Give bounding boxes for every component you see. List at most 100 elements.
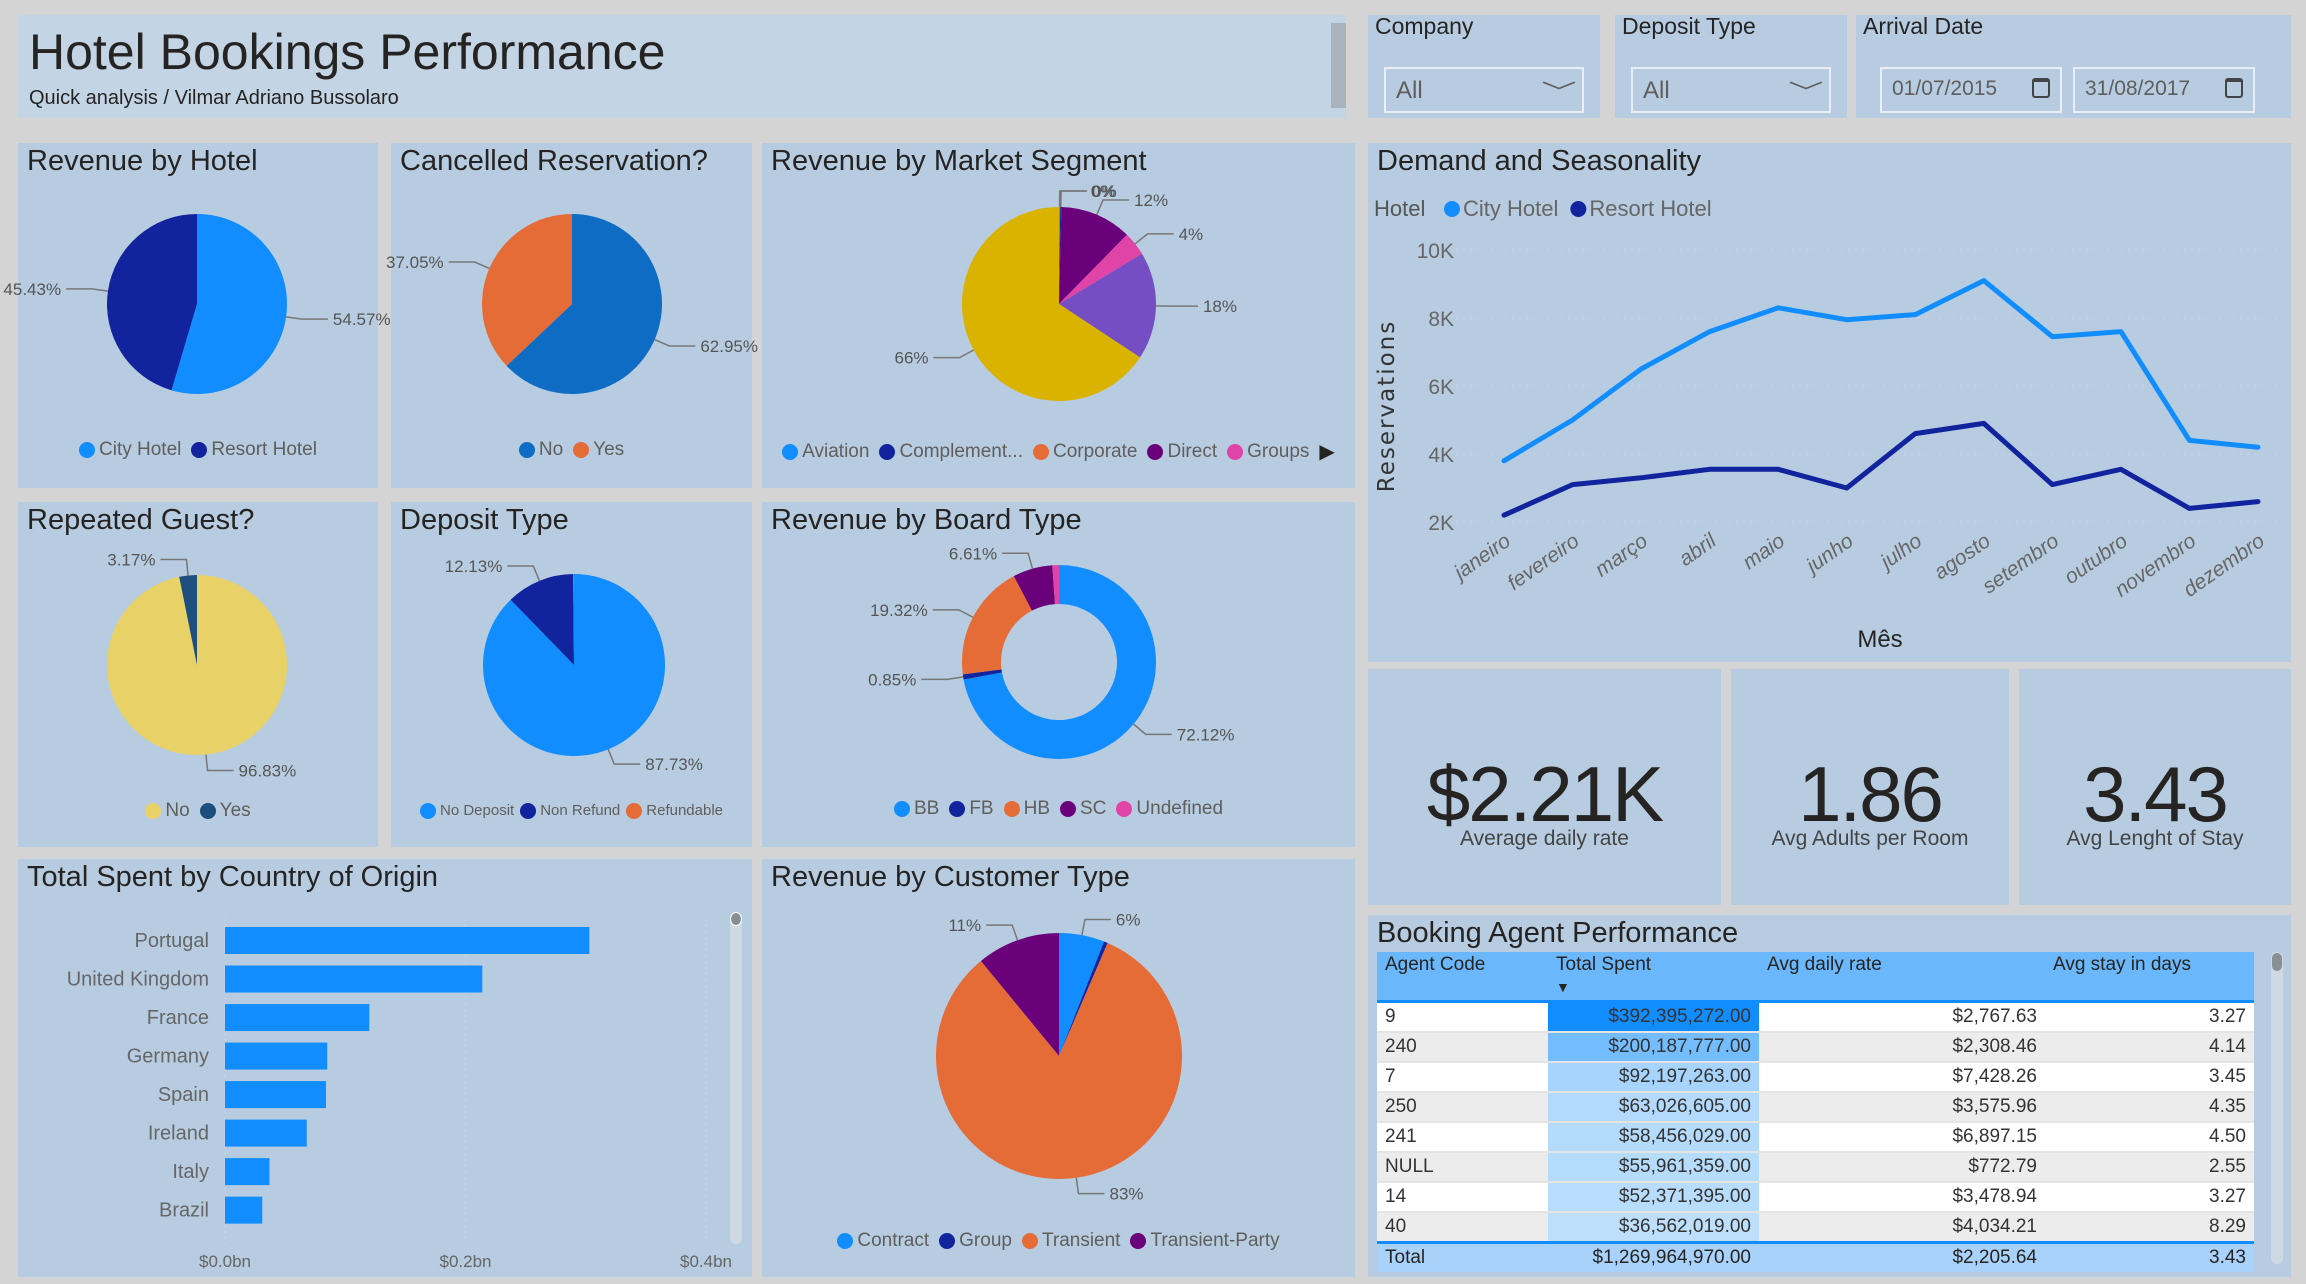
legend-item[interactable]: Non Refund [520,802,620,819]
legend-item[interactable]: Groups [1227,439,1309,464]
data-label: 6% [1116,910,1141,929]
total-label: Total [1377,1241,1548,1272]
scrollbar-thumb[interactable] [2272,953,2282,971]
column-label: Total Spent [1556,954,1652,975]
series-line-0[interactable] [1501,278,2261,464]
legend-item[interactable]: No [518,439,563,461]
column-header-avg-daily-rate[interactable]: Avg daily rate [1759,952,2045,1003]
calendar-icon[interactable] [2225,78,2243,98]
legend-item[interactable]: Undefined [1116,798,1223,820]
bar[interactable] [225,927,590,954]
legend-dot-icon [1570,201,1587,217]
legend-dot-icon [879,443,896,460]
category-label: Germany [127,1046,209,1068]
legend-item[interactable]: Refundable [626,802,723,819]
company-dropdown[interactable]: All ﹀ [1384,67,1584,113]
agent-code-cell: 14 [1377,1182,1548,1213]
start-date-input[interactable]: 01/07/2015 [1880,67,2062,113]
scrollbar[interactable] [2271,952,2283,1264]
legend-dot-icon [573,442,590,458]
repeated-guest-chart: Repeated Guest? 96.83% 3.17% No Yes [18,502,378,847]
booking-agent-performance-table: Booking Agent Performance Agent Code Tot… [1368,915,2291,1277]
table-row[interactable]: 7 $92,197,263.00 $7,428.26 3.45 [1377,1062,2254,1093]
bar[interactable] [225,965,483,993]
leader-line [932,609,974,618]
legend-item[interactable]: Resort Hotel [191,439,317,461]
legend-item[interactable]: SC [1060,798,1106,820]
leader-line [448,261,490,270]
bar[interactable] [225,1158,270,1186]
agent-code-cell: 7 [1377,1062,1548,1093]
avg-stay-total: 3.43 [2045,1241,2254,1272]
legend-item[interactable]: Corporate [1032,439,1137,464]
x-tick-label: $0.0bn [199,1252,251,1271]
agent-code-cell: NULL [1377,1152,1548,1183]
avg-daily-rate-cell: $4,034.21 [1759,1212,2045,1244]
legend-item[interactable]: City Hotel [79,439,181,461]
kpi-label: Avg Adults per Room [1771,827,1969,850]
arrival-date-label: Arrival Date [1863,13,1984,39]
total-spent-total: $1,269,964,970.00 [1548,1241,1759,1272]
legend-item[interactable]: Aviation [782,439,869,464]
legend-item[interactable]: No [145,800,190,822]
calendar-icon[interactable] [2032,78,2050,98]
column-header-total-spent[interactable]: Total Spent ▼ [1548,952,1759,1003]
avg-stay-cell: 2.55 [2045,1152,2254,1183]
scrollbar[interactable] [1331,23,1346,108]
legend-item[interactable]: Complement... [879,439,1023,464]
total-spent-cell: $55,961,359.00 [1548,1152,1759,1183]
series-line-1[interactable] [1501,420,2261,518]
bar[interactable] [225,1196,263,1224]
table-row[interactable]: 9 $392,395,272.00 $2,767.63 3.27 [1377,1001,2254,1033]
legend-item[interactable]: Group [939,1230,1012,1252]
legend-label[interactable]: City Hotel [1463,196,1558,221]
legend-dot-icon [145,803,162,819]
legend-dot-icon [949,801,966,817]
legend-dot-icon [893,801,910,817]
legend-label: Groups [1247,440,1310,462]
avg-stay-cell: 4.14 [2045,1032,2254,1063]
legend-item[interactable]: No Deposit [420,802,514,819]
legend-label: BB [913,798,940,819]
column-header-agent-code[interactable]: Agent Code [1377,952,1548,1003]
bar[interactable] [225,1081,327,1109]
kpi-label: Avg Lenght of Stay [2066,827,2244,850]
legend-label[interactable]: Resort Hotel [1589,196,1711,221]
table-row[interactable]: 241 $58,456,029.00 $6,897.15 4.50 [1377,1122,2254,1153]
legend-item[interactable]: FB [949,798,994,820]
legend-item[interactable]: Direct [1147,439,1217,464]
deposit-type-value: All [1643,77,1670,104]
legend-item[interactable]: Yes [573,439,624,461]
table-row[interactable]: NULL $55,961,359.00 $772.79 2.55 [1377,1152,2254,1183]
legend-item[interactable]: Transient-Party [1130,1230,1280,1252]
deposit-type-dropdown[interactable]: All ﹀ [1631,67,1831,113]
legend-item[interactable]: Transient [1021,1230,1120,1252]
bar[interactable] [225,1119,307,1147]
leader-line [1134,233,1174,245]
bar[interactable] [225,1004,370,1032]
table-row[interactable]: 40 $36,562,019.00 $4,034.21 8.29 [1377,1212,2254,1244]
table-row[interactable]: 240 $200,187,777.00 $2,308.46 4.14 [1377,1032,2254,1063]
company-value: All [1396,77,1423,104]
legend-item[interactable]: Yes [199,800,251,822]
agent-code-cell: 40 [1377,1212,1548,1244]
end-date-input[interactable]: 31/08/2017 [2073,67,2255,113]
category-label: Italy [172,1161,209,1183]
table-row[interactable]: 250 $63,026,605.00 $3,575.96 4.35 [1377,1092,2254,1123]
legend-next-arrow-icon[interactable]: ▶ [1319,439,1334,464]
legend-item[interactable]: HB [1003,798,1050,820]
table-row[interactable]: 14 $52,371,395.00 $3,478.94 3.27 [1377,1182,2254,1213]
pie-slice[interactable] [962,576,1032,675]
y-tick-label: 8K [1428,308,1454,331]
legend-item[interactable]: BB [893,798,940,820]
sort-descending-icon: ▼ [1556,979,1570,995]
legend-dot-icon [1032,443,1049,460]
data-label: 11% [948,916,981,935]
legend: BB FB HB SC Undefined [762,798,1355,820]
legend-item[interactable]: Contract [837,1230,929,1252]
column-header-avg-stay[interactable]: Avg stay in days [2045,952,2254,1003]
leader-line [1081,918,1111,936]
bar[interactable] [225,1042,328,1070]
agent-code-cell: 9 [1377,1001,1548,1033]
pie-svg: 96.83% 3.17% [106,551,296,780]
